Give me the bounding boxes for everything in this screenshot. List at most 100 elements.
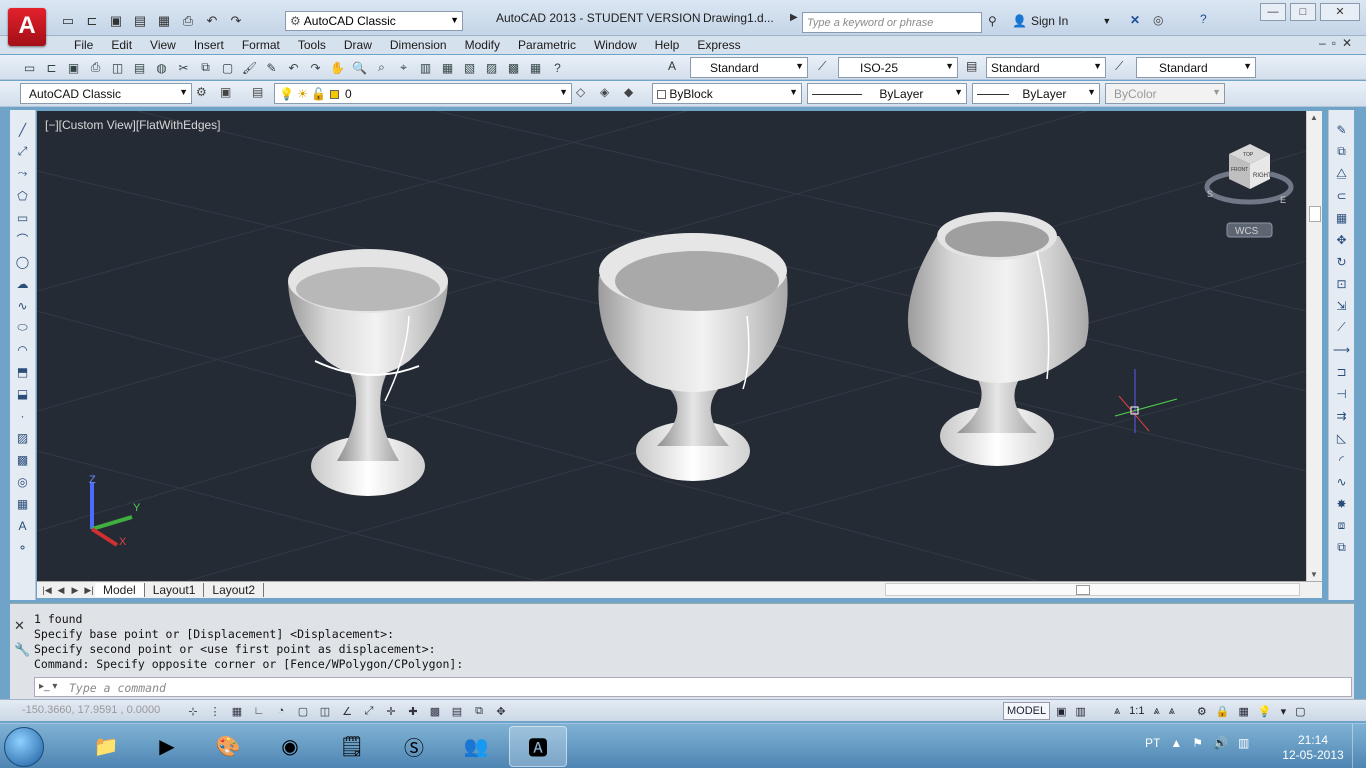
3d-object-snap-icon[interactable]: ◫ (315, 702, 335, 720)
3d-dwf-icon[interactable]: ◍ (152, 58, 171, 77)
linetype-dropdown[interactable]: ByLayer ▼ (807, 83, 967, 104)
gradient-icon[interactable]: ▩ (13, 450, 33, 469)
make-current-layer-icon[interactable]: ◇ (576, 85, 585, 99)
fillet-icon[interactable]: ◜ (1332, 450, 1352, 469)
dim-style-dropdown[interactable]: ISO-25 ▼ (838, 57, 958, 78)
table-icon[interactable]: ▦ (13, 494, 33, 513)
menu-insert[interactable]: Insert (185, 38, 233, 52)
quick-view-drawings-icon[interactable]: ▥ (1073, 702, 1089, 720)
qnew-icon[interactable]: ▭ (20, 58, 39, 77)
menu-modify[interactable]: Modify (456, 38, 509, 52)
tab-layout1[interactable]: Layout1 (145, 583, 205, 597)
undo-icon[interactable]: ↶ (284, 58, 303, 77)
language-indicator[interactable]: PT (1145, 736, 1160, 750)
command-prompt-icon[interactable]: ▸_ ▾ (39, 681, 57, 692)
insert-block-icon[interactable]: ⬒ (13, 362, 33, 381)
mirror-icon[interactable]: ⧋ (1332, 164, 1352, 183)
ellipse-arc-icon[interactable]: ◠ (13, 340, 33, 359)
horizontal-scrollbar[interactable] (885, 583, 1300, 596)
annotation-scale-value[interactable]: 1:1 (1126, 702, 1147, 720)
dynamic-input-icon[interactable]: ✛ (381, 702, 401, 720)
selection-cycling-icon[interactable]: ⧉ (469, 702, 489, 720)
volume-icon[interactable]: 🔊 (1213, 736, 1228, 750)
toolbar-lock-icon[interactable]: 🔒 (1213, 702, 1233, 720)
scroll-down-icon[interactable]: ▼ (1310, 570, 1318, 579)
transparency-icon[interactable]: ▩ (425, 702, 445, 720)
erase-icon[interactable]: ✎ (1332, 120, 1352, 139)
infer-constraints-icon[interactable]: ⊹ (183, 702, 203, 720)
new-icon[interactable]: ▭ (58, 11, 78, 31)
undo-icon[interactable]: ↶ (202, 11, 222, 31)
trim-icon[interactable]: ⟋ (1332, 318, 1352, 337)
move-icon[interactable]: ✥ (1332, 230, 1352, 249)
copy-object-icon[interactable]: ⧉ (1332, 142, 1352, 161)
menu-draw[interactable]: Draw (335, 38, 381, 52)
communication-icon[interactable]: ◎ (1153, 13, 1163, 27)
save-icon[interactable]: ▣ (64, 58, 83, 77)
network-icon[interactable]: ▥ (1238, 736, 1249, 750)
arc-icon[interactable]: ⌒ (13, 230, 33, 249)
plot-preview-icon[interactable]: ◫ (108, 58, 127, 77)
redo-icon[interactable]: ↷ (226, 11, 246, 31)
customize-command-icon[interactable]: 🔧 (14, 642, 30, 658)
stretch-icon[interactable]: ⇲ (1332, 296, 1352, 315)
cut-icon[interactable]: ✂ (174, 58, 193, 77)
break-icon[interactable]: ⊣ (1332, 384, 1352, 403)
text-style-dropdown[interactable]: Standard ▼ (690, 57, 808, 78)
polar-tracking-icon[interactable]: ◔ (271, 702, 291, 720)
paint-taskbar-icon[interactable]: 🎨 (199, 726, 257, 767)
color-dropdown[interactable]: ByBlock ▼ (652, 83, 802, 104)
zoom-window-icon[interactable]: ⌕ (372, 58, 391, 77)
action-center-flag-icon[interactable]: ⚑ (1192, 736, 1203, 750)
quick-properties-icon[interactable]: ▤ (447, 702, 467, 720)
region-icon[interactable]: ◎ (13, 472, 33, 491)
taskbar-clock[interactable]: 21:14 12-05-2013 (1280, 733, 1346, 763)
expand-icon[interactable]: ▶ (790, 12, 798, 23)
draw-order-icon[interactable]: ⧈ (1332, 516, 1352, 535)
dynamic-ucs-icon[interactable]: ⤢ (359, 702, 379, 720)
maximize-button[interactable]: □ (1290, 3, 1316, 21)
workspace-toolbar-dropdown[interactable]: AutoCAD Classic ▼ (20, 83, 192, 104)
open-icon[interactable]: ⊏ (42, 58, 61, 77)
viewport-controls-label[interactable]: [−][Custom View][FlatWithEdges] (45, 118, 221, 132)
first-tab-icon[interactable]: |◀ (41, 585, 53, 596)
publish-icon[interactable]: ▦ (154, 11, 174, 31)
scale-icon[interactable]: ⊡ (1332, 274, 1352, 293)
rotate-icon[interactable]: ↻ (1332, 252, 1352, 271)
circle-icon[interactable]: ◯ (13, 252, 33, 271)
workspace-switching-icon[interactable]: ⚙ (1194, 702, 1210, 720)
menu-view[interactable]: View (141, 38, 185, 52)
polygon-icon[interactable]: ⬠ (13, 186, 33, 205)
explode-icon[interactable]: ✸ (1332, 494, 1352, 513)
join-icon[interactable]: ⇉ (1332, 406, 1352, 425)
array-icon[interactable]: ▦ (1332, 208, 1352, 227)
status-menu-icon[interactable]: ▾ (1278, 702, 1290, 720)
markup-icon[interactable]: ▩ (504, 58, 523, 77)
block-editor-icon[interactable]: ✎ (262, 58, 281, 77)
workspace-settings-icon[interactable]: ⚙ (196, 85, 207, 99)
zoom-realtime-icon[interactable]: 🔍 (350, 58, 369, 77)
plot-icon[interactable]: ⎙ (86, 58, 105, 77)
paste-icon[interactable]: ▢ (218, 58, 237, 77)
menu-parametric[interactable]: Parametric (509, 38, 585, 52)
hatch-icon[interactable]: ▨ (13, 428, 33, 447)
line-icon[interactable]: ╱ (13, 120, 33, 139)
save-icon[interactable]: ▣ (106, 11, 126, 31)
sign-in-button[interactable]: 👤 Sign In ▼ (1012, 14, 1111, 28)
point-icon[interactable]: · (13, 406, 33, 425)
calculator-icon[interactable]: ▦ (526, 58, 545, 77)
annotation-monitor-icon[interactable]: ✥ (491, 702, 511, 720)
next-tab-icon[interactable]: ▶ (69, 585, 81, 596)
media-player-taskbar-icon[interactable]: ▶ (138, 726, 196, 767)
binoculars-icon[interactable]: ⚲ (988, 14, 997, 28)
offset-icon[interactable]: ⊂ (1332, 186, 1352, 205)
command-input[interactable]: ▸_ ▾ Type a command (34, 677, 1352, 697)
layer-properties-icon[interactable]: ▤ (252, 85, 263, 99)
quick-view-layouts-icon[interactable]: ▣ (1053, 702, 1069, 720)
ellipse-icon[interactable]: ⬭ (13, 318, 33, 337)
extend-icon[interactable]: ⟶ (1332, 340, 1352, 359)
close-button[interactable]: ✕ (1320, 3, 1360, 21)
copy-icon[interactable]: ⧉ (196, 58, 215, 77)
zoom-previous-icon[interactable]: ⌖ (394, 58, 413, 77)
properties-icon[interactable]: ▥ (416, 58, 435, 77)
